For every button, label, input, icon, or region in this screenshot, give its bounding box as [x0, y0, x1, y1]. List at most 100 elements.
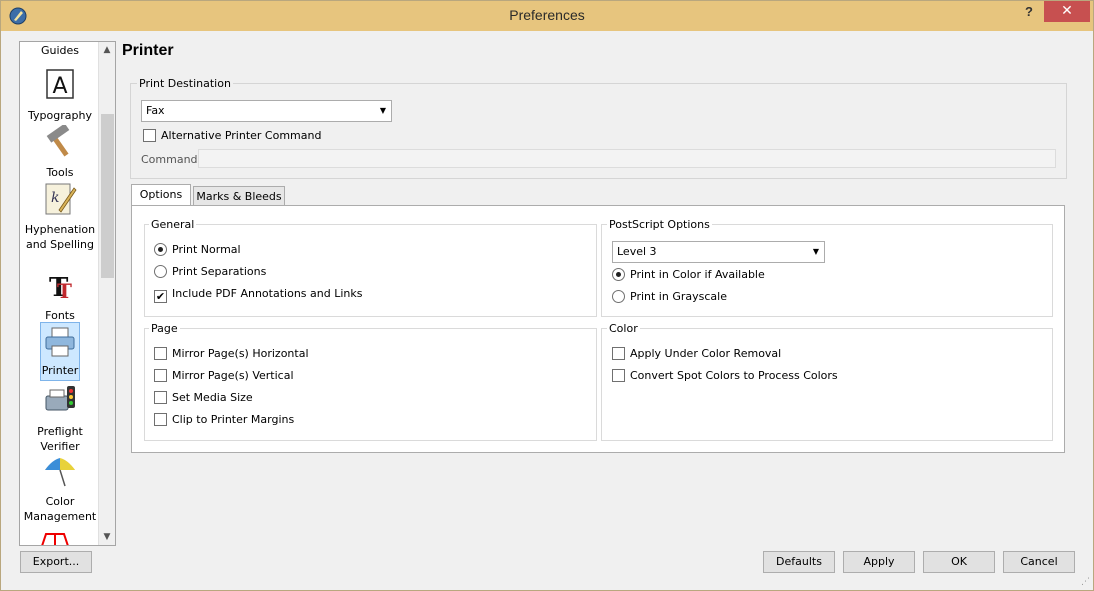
radio-dot: [154, 243, 167, 256]
general-label: General: [149, 218, 197, 231]
command-input[interactable]: [198, 149, 1056, 168]
checkbox-box: [154, 347, 167, 360]
cancel-button[interactable]: Cancel: [1003, 551, 1075, 573]
command-label: Command:: [141, 153, 202, 166]
sidebar-item-label: Typography: [28, 109, 92, 122]
sidebar-item-label: Hyphenation and Spelling: [24, 223, 96, 251]
print-color-radio[interactable]: Print in Color if Available: [612, 268, 765, 282]
radio-dot: [612, 290, 625, 303]
preflight-verifier-icon: [45, 386, 75, 411]
title-bar: Preferences ? ✕: [1, 1, 1093, 31]
checkbox-label: Convert Spot Colors to Process Colors: [630, 369, 838, 382]
sidebar-item-color-management[interactable]: Color Management: [20, 452, 100, 524]
checkbox-label: Alternative Printer Command: [161, 129, 322, 142]
apply-button[interactable]: Apply: [843, 551, 915, 573]
page-title: Printer: [122, 42, 174, 59]
checkbox-label: Clip to Printer Margins: [172, 413, 295, 426]
preferences-sidebar: Guides A Typography Tools k Hyphenation …: [19, 41, 116, 546]
printer-icon: [45, 327, 75, 357]
postscript-level-value: Level 3: [617, 245, 657, 258]
preflight-icon-wrap: [40, 382, 80, 424]
svg-text:T: T: [57, 279, 72, 302]
include-pdf-annotations-checkbox[interactable]: ✔ Include PDF Annotations and Links: [154, 287, 362, 303]
page-label: Page: [149, 322, 180, 335]
printer-select[interactable]: Fax ▼: [141, 100, 392, 122]
color-group: [601, 328, 1053, 441]
svg-text:A: A: [52, 74, 67, 99]
under-color-removal-checkbox[interactable]: Apply Under Color Removal: [612, 347, 781, 361]
printer-select-value: Fax: [146, 104, 165, 117]
export-button[interactable]: Export...: [20, 551, 92, 573]
help-button[interactable]: ?: [1019, 4, 1039, 24]
checkbox-box: [154, 369, 167, 382]
radio-label: Print in Grayscale: [630, 290, 727, 303]
clip-printer-margins-checkbox[interactable]: Clip to Printer Margins: [154, 413, 294, 427]
radio-label: Print Normal: [172, 243, 241, 256]
checkbox-box: [612, 347, 625, 360]
fonts-icon-wrap: T T: [40, 266, 80, 308]
quill-icon: k: [45, 183, 77, 215]
color-management-icon-wrap: [40, 452, 80, 494]
alt-printer-command-checkbox[interactable]: Alternative Printer Command: [143, 129, 321, 143]
sidebar-item-printer[interactable]: Printer: [20, 322, 100, 381]
scroll-up-arrow-icon[interactable]: ▲: [99, 42, 115, 58]
typography-icon: A: [46, 69, 74, 99]
checkbox-label: Mirror Page(s) Vertical: [172, 369, 294, 382]
sidebar-item-fonts[interactable]: T T Fonts: [20, 266, 100, 323]
print-separations-radio[interactable]: Print Separations: [154, 265, 266, 279]
resize-grip-icon[interactable]: ⋰: [1081, 577, 1090, 587]
scroll-down-arrow-icon[interactable]: ▼: [99, 529, 115, 545]
sidebar-item-label: Guides: [40, 44, 80, 57]
close-button[interactable]: ✕: [1044, 1, 1090, 22]
sidebar-scrollbar[interactable]: ▲ ▼: [98, 42, 115, 545]
convert-spot-colors-checkbox[interactable]: Convert Spot Colors to Process Colors: [612, 369, 838, 383]
options-tab-panel: General Print Normal Print Separations ✔…: [131, 205, 1065, 453]
sidebar-item-label: Printer: [41, 364, 79, 377]
sidebar-item-tools[interactable]: Tools: [20, 123, 100, 180]
sidebar-item-preflight[interactable]: Preflight Verifier: [20, 382, 100, 454]
dropdown-arrow-icon: ▼: [812, 247, 819, 256]
mirror-horizontal-checkbox[interactable]: Mirror Page(s) Horizontal: [154, 347, 309, 361]
printer-icon-wrap: Printer: [40, 322, 80, 381]
checkmark-icon: ✔: [154, 290, 167, 303]
ok-button[interactable]: OK: [923, 551, 995, 573]
sidebar-item-guides[interactable]: Guides: [20, 43, 100, 58]
sidebar-item-label: Fonts: [45, 309, 75, 322]
set-media-size-checkbox[interactable]: Set Media Size: [154, 391, 253, 405]
checkbox-box: [154, 413, 167, 426]
checkbox-label: Include PDF Annotations and Links: [172, 287, 363, 300]
checkbox-label: Set Media Size: [172, 391, 253, 404]
umbrella-icon: [45, 458, 75, 487]
fonts-icon: T T: [49, 273, 72, 303]
hyphenation-icon-wrap: k: [40, 180, 80, 222]
preferences-window: Preferences ? ✕ Guides A Typography Tool…: [0, 0, 1094, 591]
print-normal-radio[interactable]: Print Normal: [154, 243, 241, 257]
mirror-vertical-checkbox[interactable]: Mirror Page(s) Vertical: [154, 369, 294, 383]
radio-dot: [154, 265, 167, 278]
checkbox-box: [612, 369, 625, 382]
sidebar-item-hyphenation[interactable]: k Hyphenation and Spelling: [20, 180, 100, 252]
radio-dot: [612, 268, 625, 281]
sidebar-item-label: Tools: [46, 166, 74, 179]
postscript-label: PostScript Options: [607, 218, 712, 231]
sidebar-item-label: Preflight Verifier: [37, 425, 83, 453]
sidebar-item-label: Color Management: [23, 495, 97, 523]
sidebar-item-typography[interactable]: A Typography: [20, 66, 100, 123]
checkbox-box: [154, 391, 167, 404]
svg-text:k: k: [51, 190, 59, 206]
scroll-thumb[interactable]: [101, 114, 114, 278]
postscript-level-select[interactable]: Level 3 ▼: [612, 241, 825, 263]
typography-icon-wrap: A: [40, 66, 80, 108]
radio-label: Print Separations: [172, 265, 267, 278]
defaults-button[interactable]: Defaults: [763, 551, 835, 573]
window-title: Preferences: [509, 7, 585, 23]
color-label: Color: [607, 322, 640, 335]
checkbox-label: Apply Under Color Removal: [630, 347, 782, 360]
tools-icon-wrap: [40, 123, 80, 165]
hammer-icon: [46, 123, 70, 157]
partial-next-icon: [41, 533, 69, 545]
print-destination-label: Print Destination: [137, 77, 233, 90]
print-grayscale-radio[interactable]: Print in Grayscale: [612, 290, 727, 304]
checkbox-label: Mirror Page(s) Horizontal: [172, 347, 309, 360]
dropdown-arrow-icon: ▼: [379, 106, 386, 115]
